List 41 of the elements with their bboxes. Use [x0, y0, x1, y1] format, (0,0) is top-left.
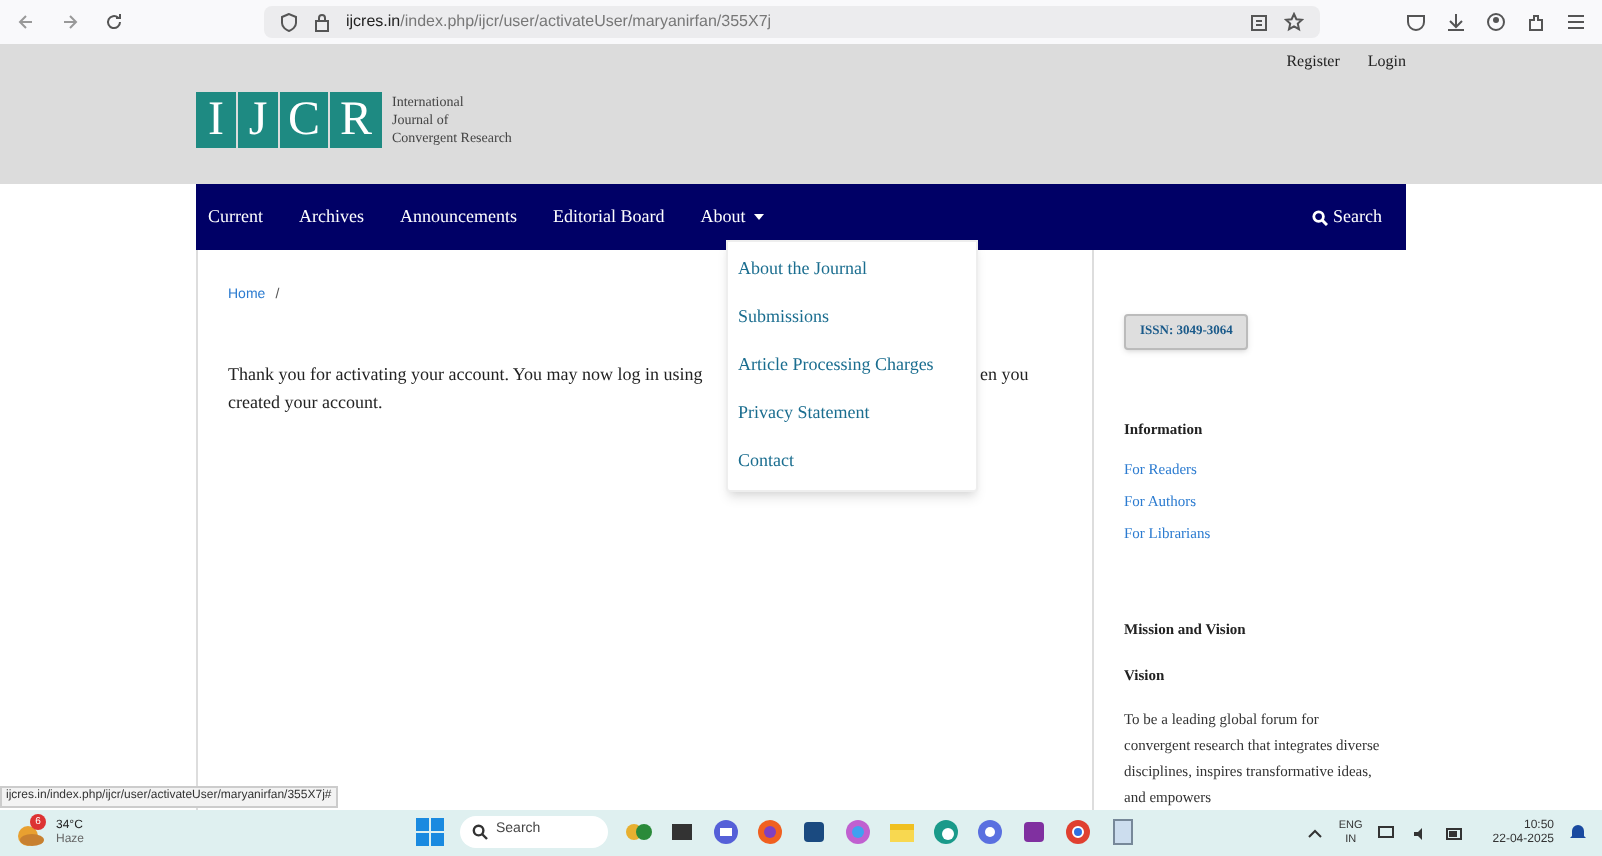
- lock-icon: [314, 12, 330, 32]
- account-icon[interactable]: [1486, 12, 1506, 32]
- nav-link[interactable]: Announcements: [400, 203, 517, 231]
- url-text: ijcres.in/index.php/ijcr/user/activateUser/maryanirfan/355X7j: [346, 10, 772, 34]
- app-icon[interactable]: [976, 817, 1004, 845]
- caret-icon: [753, 214, 764, 220]
- message-text: Thank you for activating your account. You may now log in using: [228, 361, 703, 387]
- nav-link[interactable]: Current: [208, 203, 263, 231]
- forward-icon[interactable]: [60, 12, 80, 32]
- address-bar[interactable]: ijcres.in/index.php/ijcr/user/activateUser/maryanirfan/355X7j: [264, 6, 1320, 38]
- bell-icon[interactable]: [1570, 824, 1586, 842]
- dropdown-item[interactable]: About the Journal: [728, 246, 976, 294]
- message-text: created your account.: [228, 389, 383, 415]
- bookmark-star-icon[interactable]: [1284, 12, 1304, 32]
- pocket-icon[interactable]: [1406, 12, 1426, 32]
- notepad-icon[interactable]: [1108, 817, 1136, 845]
- dropdown-item[interactable]: Privacy Statement: [728, 390, 976, 438]
- battery-icon[interactable]: [1446, 827, 1465, 839]
- user-link[interactable]: Register: [1286, 50, 1340, 74]
- dropdown-item[interactable]: Submissions: [728, 294, 976, 342]
- network-icon[interactable]: [1378, 825, 1397, 841]
- menu-icon[interactable]: [1566, 12, 1586, 32]
- extensions-icon[interactable]: [1526, 12, 1546, 32]
- reload-icon[interactable]: [104, 12, 124, 32]
- download-icon[interactable]: [1446, 12, 1466, 32]
- start-icon[interactable]: [416, 817, 444, 845]
- search-icon: [1311, 209, 1327, 225]
- journal-logo[interactable]: I J C R: [196, 92, 382, 148]
- message-text: en you: [980, 361, 1029, 387]
- dropdown-item[interactable]: Contact: [728, 438, 976, 486]
- shield-icon: [280, 12, 298, 32]
- dropdown-item[interactable]: Article Processing Charges: [728, 342, 976, 390]
- nav-link[interactable]: Editorial Board: [553, 203, 665, 231]
- chevron-up-icon[interactable]: [1308, 828, 1323, 838]
- search-link[interactable]: Search: [1311, 203, 1382, 231]
- search-icon: [472, 823, 488, 839]
- nav-link[interactable]: About: [700, 203, 764, 231]
- user-link[interactable]: Login: [1367, 50, 1406, 74]
- back-icon[interactable]: [16, 12, 36, 32]
- nav-link[interactable]: Archives: [299, 203, 364, 231]
- reader-view-icon[interactable]: [1250, 13, 1268, 31]
